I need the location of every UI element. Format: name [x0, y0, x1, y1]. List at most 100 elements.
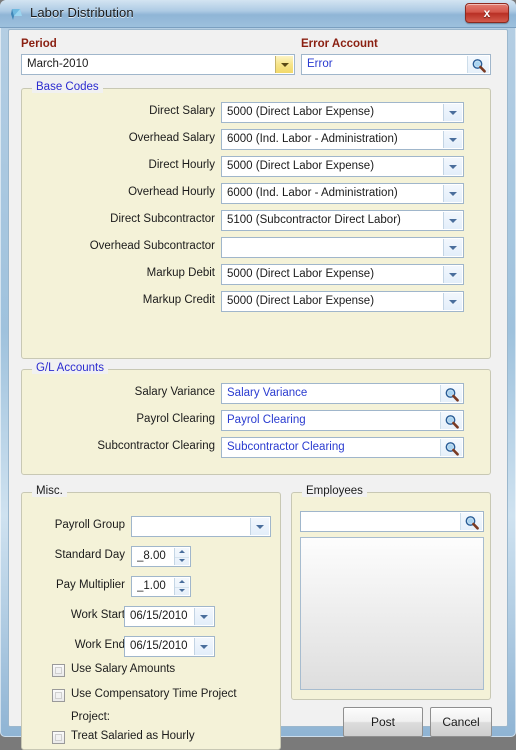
misc-title: Misc.: [32, 485, 67, 497]
close-button[interactable]: x: [465, 3, 509, 23]
employees-title: Employees: [302, 485, 367, 497]
chevron-down-icon[interactable]: [443, 104, 462, 121]
base-row-value: 5000 (Direct Labor Expense): [227, 268, 375, 280]
gl-accounts-title: G/L Accounts: [32, 362, 108, 374]
dialog-client-area: Period March-2010 Error Account Error Ba…: [8, 29, 508, 750]
base-codes-group: Base Codes Direct Salary 5000 (Direct La…: [21, 81, 491, 359]
base-codes-title: Base Codes: [32, 81, 103, 93]
base-row-label: Direct Salary: [149, 105, 215, 117]
employee-search-field[interactable]: [300, 511, 484, 532]
dialog-window: Labor Distribution x Period March-2010 E…: [0, 0, 516, 750]
chevron-down-icon[interactable]: [443, 185, 462, 202]
checkbox-box[interactable]: [52, 689, 65, 702]
chevron-down-icon[interactable]: [443, 293, 462, 310]
error-account-value: Error: [307, 58, 333, 70]
gl-row-label: Payrol Clearing: [136, 413, 215, 425]
base-row-combobox-direct-subcontractor[interactable]: 5100 (Subcontractor Direct Labor): [221, 210, 464, 231]
base-row-value: 6000 (Ind. Labor - Administration): [227, 133, 398, 145]
base-row-label: Markup Debit: [146, 267, 215, 279]
work-start-datepicker[interactable]: 06/15/2010: [124, 606, 215, 627]
error-account-label: Error Account: [301, 38, 378, 50]
base-row-combobox-overhead-hourly[interactable]: 6000 (Ind. Labor - Administration): [221, 183, 464, 204]
chevron-down-icon[interactable]: [443, 131, 462, 148]
app-icon: [11, 9, 22, 20]
standard-day-spin-buttons[interactable]: [174, 548, 189, 565]
base-row-label: Direct Subcontractor: [110, 213, 215, 225]
chevron-down-icon[interactable]: [250, 518, 269, 535]
checkbox-box[interactable]: [52, 664, 65, 677]
base-row-value: 5100 (Subcontractor Direct Labor): [227, 214, 401, 226]
checkbox-label: Use Salary Amounts: [71, 663, 176, 675]
gl-row-field-subcontractor-clearing[interactable]: Subcontractor Clearing: [221, 437, 464, 458]
gl-row-field-salary-variance[interactable]: Salary Variance: [221, 383, 464, 404]
spin-up-icon[interactable]: [175, 548, 189, 557]
employee-search-button[interactable]: [460, 513, 482, 530]
chevron-down-icon[interactable]: [443, 266, 462, 283]
gl-row-field-payroll-clearing[interactable]: Payrol Clearing: [221, 410, 464, 431]
standard-day-value: _8.00: [137, 550, 166, 562]
cancel-button-label: Cancel: [442, 715, 480, 729]
base-row-combobox-markup-debit[interactable]: 5000 (Direct Labor Expense): [221, 264, 464, 285]
standard-day-label: Standard Day: [54, 549, 125, 561]
pay-multiplier-label: Pay Multiplier: [55, 579, 125, 591]
base-row-label: Direct Hourly: [148, 159, 215, 171]
standard-day-stepper[interactable]: _8.00: [131, 546, 191, 567]
base-row-value: 5000 (Direct Labor Expense): [227, 160, 375, 172]
post-button[interactable]: Post: [343, 707, 423, 737]
gl-lookup-button[interactable]: [440, 385, 462, 402]
employee-list[interactable]: [300, 537, 484, 690]
period-dropdown-arrow[interactable]: [275, 56, 293, 73]
base-row-combobox-direct-hourly[interactable]: 5000 (Direct Labor Expense): [221, 156, 464, 177]
checkbox-label: Use Compensatory Time Project: [71, 688, 237, 700]
spin-down-icon[interactable]: [175, 556, 189, 566]
period-combobox[interactable]: March-2010: [21, 54, 295, 75]
magnifier-icon: [445, 415, 459, 429]
pay-multiplier-spin-buttons[interactable]: [174, 578, 189, 595]
cancel-button[interactable]: Cancel: [430, 707, 492, 737]
chevron-down-icon[interactable]: [443, 158, 462, 175]
spin-down-icon[interactable]: [175, 586, 189, 596]
base-row-combobox-direct-salary[interactable]: 5000 (Direct Labor Expense): [221, 102, 464, 123]
payroll-group-combobox[interactable]: [131, 516, 271, 537]
post-button-label: Post: [370, 715, 395, 729]
work-end-datepicker[interactable]: 06/15/2010: [124, 636, 215, 657]
project-label: Project:: [71, 711, 110, 723]
gl-lookup-button[interactable]: [440, 412, 462, 429]
base-row-label: Markup Credit: [142, 294, 215, 306]
employees-group: Employees: [291, 485, 491, 700]
payroll-group-label: Payroll Group: [54, 519, 125, 531]
gl-accounts-group: G/L Accounts Salary Variance Salary Vari…: [21, 362, 491, 475]
work-end-value: 06/15/2010: [130, 640, 188, 652]
gl-lookup-button[interactable]: [440, 439, 462, 456]
magnifier-icon: [445, 442, 459, 456]
pay-multiplier-stepper[interactable]: _1.00: [131, 576, 191, 597]
base-row-value: 5000 (Direct Labor Expense): [227, 106, 375, 118]
gl-row-label: Salary Variance: [134, 386, 215, 398]
magnifier-icon: [445, 388, 459, 402]
title-bar: Labor Distribution x: [0, 0, 516, 28]
work-start-value: 06/15/2010: [130, 610, 188, 622]
window-title: Labor Distribution: [30, 5, 134, 20]
chevron-down-icon[interactable]: [443, 239, 462, 256]
work-end-label: Work End: [74, 639, 125, 651]
base-row-value: 6000 (Ind. Labor - Administration): [227, 187, 398, 199]
spin-up-icon[interactable]: [175, 578, 189, 587]
base-row-combobox-overhead-salary[interactable]: 6000 (Ind. Labor - Administration): [221, 129, 464, 150]
chevron-down-icon[interactable]: [443, 212, 462, 229]
base-row-combobox-overhead-subcontractor[interactable]: [221, 237, 464, 258]
pay-multiplier-value: _1.00: [137, 580, 166, 592]
work-start-label: Work Start: [70, 609, 125, 621]
gl-row-value: Subcontractor Clearing: [227, 441, 345, 453]
base-row-combobox-markup-credit[interactable]: 5000 (Direct Labor Expense): [221, 291, 464, 312]
checkbox-box[interactable]: [52, 731, 65, 744]
misc-group: Misc. Payroll Group Standard Day _8.00 P…: [21, 485, 281, 750]
magnifier-icon: [465, 516, 479, 530]
chevron-down-icon[interactable]: [194, 608, 213, 625]
period-label: Period: [21, 38, 57, 50]
chevron-down-icon[interactable]: [194, 638, 213, 655]
error-account-field[interactable]: Error: [301, 54, 491, 75]
gl-row-label: Subcontractor Clearing: [97, 440, 215, 452]
base-row-label: Overhead Salary: [128, 132, 215, 144]
gl-row-value: Payrol Clearing: [227, 414, 306, 426]
error-account-lookup-button[interactable]: [467, 56, 489, 73]
